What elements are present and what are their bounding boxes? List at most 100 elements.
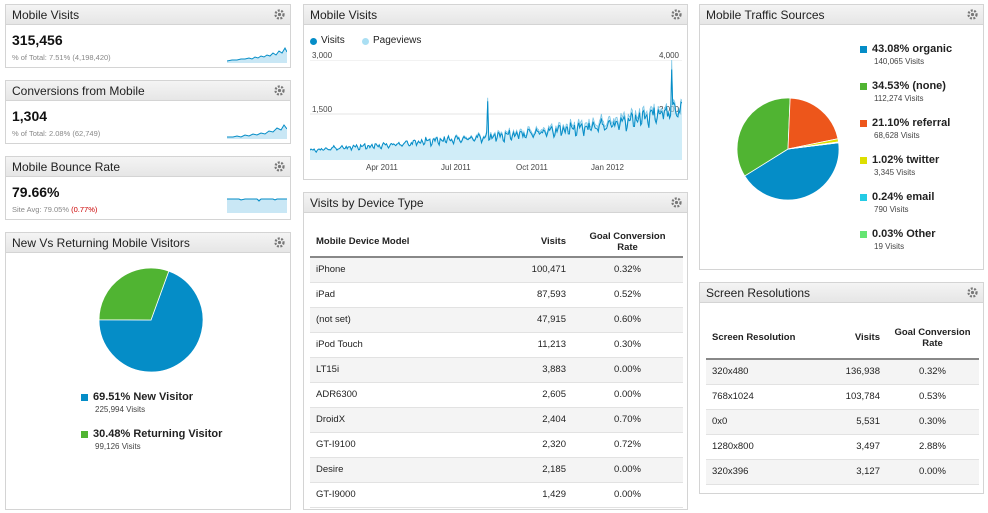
cell-name[interactable]: iPad — [310, 282, 510, 308]
cell-visits: 2,185 — [510, 457, 572, 483]
card-header: Mobile Bounce Rate — [6, 157, 290, 177]
cell-name[interactable]: GT-I9000 — [310, 482, 510, 508]
table-header-row: Screen Resolution Visits Goal Conversion… — [706, 317, 979, 360]
legend-visits: 790 Visits — [874, 205, 909, 214]
card-title: New Vs Returning Mobile Visitors — [12, 236, 190, 250]
card-header: Conversions from Mobile — [6, 81, 290, 101]
table-row[interactable]: 320x396 3,127 0.00% — [706, 459, 979, 485]
legend-item: 43.08% organic 140,065 Visits — [860, 43, 980, 73]
card-title: Mobile Visits — [12, 8, 80, 22]
gear-icon[interactable] — [273, 236, 286, 249]
col-header[interactable]: Screen Resolution — [706, 317, 824, 360]
table-header-row: Mobile Device Model Visits Goal Conversi… — [310, 227, 683, 258]
visits-line-chart[interactable] — [310, 60, 682, 160]
legend-label: Pageviews — [373, 35, 422, 46]
x-tick: Apr 2011 — [366, 163, 398, 172]
gear-icon[interactable] — [966, 8, 979, 21]
gear-icon[interactable] — [670, 8, 683, 21]
gear-icon[interactable] — [273, 84, 286, 97]
legend-label: 69.51% New Visitor — [93, 391, 194, 403]
legend-swatch — [860, 83, 867, 90]
metric-value: 1,304 — [12, 108, 48, 124]
delta-text: (0.77%) — [71, 205, 98, 214]
table-row[interactable]: (not set) 47,915 0.60% — [310, 307, 683, 333]
cell-visits: 11,213 — [510, 332, 572, 358]
cell-visits: 136,938 — [824, 359, 886, 385]
cell-name[interactable]: 768x1024 — [706, 384, 824, 410]
cell-name[interactable]: ADR6300 — [310, 382, 510, 408]
series-pageviews-area — [310, 60, 682, 160]
conversions-card: Conversions from Mobile 1,304 % of Total… — [5, 80, 291, 144]
sparkline — [227, 46, 287, 63]
legend-swatch — [860, 194, 867, 201]
cell-name[interactable]: (not set) — [310, 307, 510, 333]
table-row[interactable]: 0x0 5,531 0.30% — [706, 409, 979, 435]
device-table: Mobile Device Model Visits Goal Conversi… — [310, 227, 683, 508]
table-row[interactable]: DroidX 2,404 0.70% — [310, 407, 683, 433]
gear-icon[interactable] — [670, 196, 683, 209]
table-row[interactable]: LT15i 3,883 0.00% — [310, 357, 683, 383]
card-header: Screen Resolutions — [700, 283, 983, 303]
legend-swatch — [860, 120, 867, 127]
legend-visits: 112,274 Visits — [874, 94, 924, 103]
legend-item: 30.48% Returning Visitor 99,126 Visits — [81, 428, 281, 458]
cell-visits: 103,784 — [824, 384, 886, 410]
table-row[interactable]: iPod Touch 11,213 0.30% — [310, 332, 683, 358]
col-header[interactable]: Goal Conversion Rate — [886, 317, 979, 360]
gear-icon[interactable] — [273, 160, 286, 173]
legend-pageviews[interactable]: Pageviews — [362, 35, 421, 46]
table-row[interactable]: GT-I9000 1,429 0.00% — [310, 482, 683, 508]
y-tick-right: 4,000 — [658, 51, 679, 60]
legend-swatch — [860, 231, 867, 238]
cell-visits: 5,531 — [824, 409, 886, 435]
card-title: Mobile Visits — [310, 8, 378, 22]
legend-swatch — [81, 394, 88, 401]
legend-item: 0.24% email 790 Visits — [860, 191, 980, 221]
card-title: Visits by Device Type — [310, 196, 424, 210]
traffic-sources-pie — [736, 97, 840, 201]
legend-dot — [362, 38, 369, 45]
cell-conversion-rate: 0.30% — [572, 332, 683, 358]
col-header[interactable]: Mobile Device Model — [310, 227, 510, 258]
table-row[interactable]: 768x1024 103,784 0.53% — [706, 384, 979, 410]
site-avg-text: Site Avg: 79.05% — [12, 205, 69, 214]
table-row[interactable]: 320x480 136,938 0.32% — [706, 359, 979, 385]
col-header[interactable]: Visits — [824, 317, 886, 360]
cell-name[interactable]: LT15i — [310, 357, 510, 383]
cell-name[interactable]: DroidX — [310, 407, 510, 433]
cell-name[interactable]: 320x480 — [706, 359, 824, 385]
traffic-sources-widget: Mobile Traffic Sources 43.08% organic 140… — [699, 4, 984, 270]
cell-name[interactable]: 0x0 — [706, 409, 824, 435]
cell-name[interactable]: iPhone — [310, 257, 510, 283]
cell-conversion-rate: 0.00% — [572, 382, 683, 408]
screen-resolutions-widget: Screen Resolutions Screen Resolution Vis… — [699, 282, 984, 494]
table-row[interactable]: iPad 87,593 0.52% — [310, 282, 683, 308]
legend-item: 69.51% New Visitor 225,994 Visits — [81, 391, 281, 421]
cell-visits: 1,429 — [510, 482, 572, 508]
cell-name[interactable]: GT-I9100 — [310, 432, 510, 458]
cell-conversion-rate: 0.32% — [886, 359, 979, 385]
legend-label: Visits — [321, 35, 345, 46]
cell-name[interactable]: 1280x800 — [706, 434, 824, 460]
col-header[interactable]: Goal Conversion Rate — [572, 227, 683, 258]
cell-name[interactable]: 320x396 — [706, 459, 824, 485]
cell-conversion-rate: 0.72% — [572, 432, 683, 458]
table-row[interactable]: GT-I9100 2,320 0.72% — [310, 432, 683, 458]
table-row[interactable]: iPhone 100,471 0.32% — [310, 257, 683, 283]
cell-conversion-rate: 0.32% — [572, 257, 683, 283]
table-row[interactable]: ADR6300 2,605 0.00% — [310, 382, 683, 408]
gear-icon[interactable] — [966, 286, 979, 299]
cell-name[interactable]: Desire — [310, 457, 510, 483]
card-title: Mobile Bounce Rate — [12, 160, 121, 174]
table-row[interactable]: Desire 2,185 0.00% — [310, 457, 683, 483]
card-title: Conversions from Mobile — [12, 84, 145, 98]
legend-item: 34.53% (none) 112,274 Visits — [860, 80, 980, 110]
table-row[interactable]: 1280x800 3,497 2.88% — [706, 434, 979, 460]
gear-icon[interactable] — [273, 8, 286, 21]
legend-swatch — [860, 157, 867, 164]
cell-name[interactable]: iPod Touch — [310, 332, 510, 358]
col-header[interactable]: Visits — [510, 227, 572, 258]
metric-subtext: Site Avg: 79.05% (0.77%) — [12, 205, 97, 214]
legend-visits[interactable]: Visits — [310, 35, 345, 46]
legend-visits: 19 Visits — [874, 242, 905, 251]
